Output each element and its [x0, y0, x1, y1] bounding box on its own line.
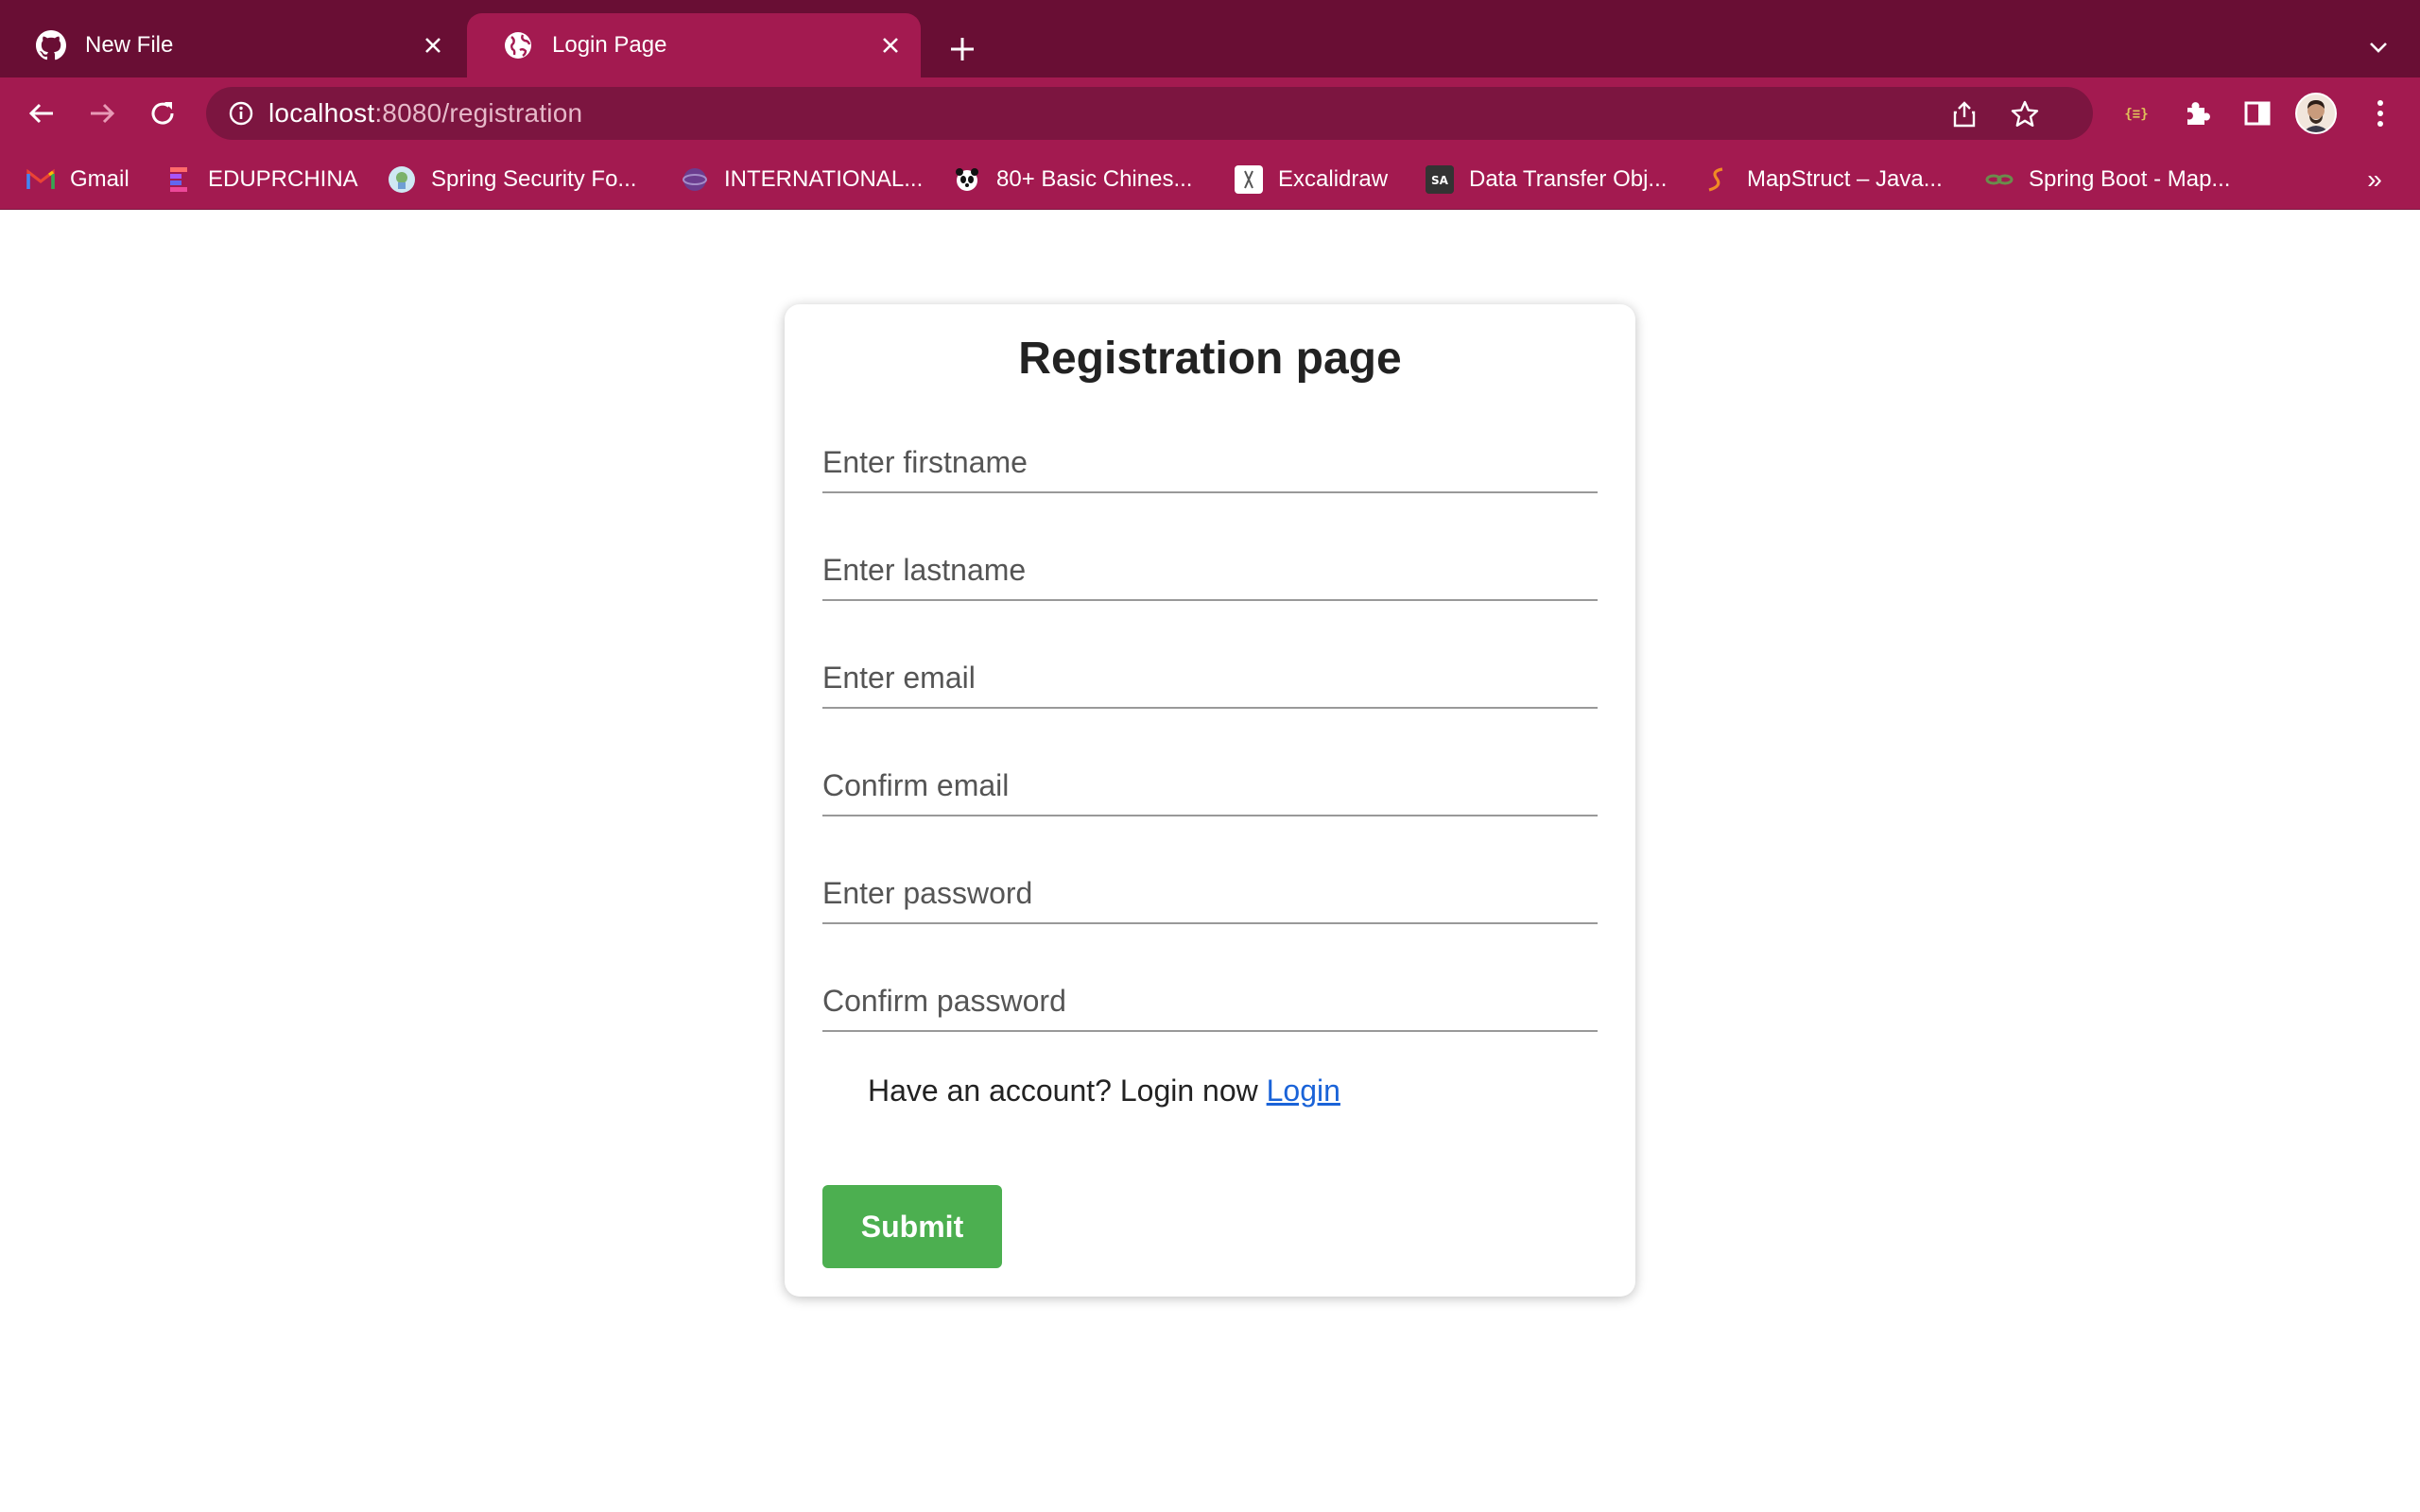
bookmarks-overflow-button[interactable]: »	[2358, 163, 2392, 197]
tab-new-file[interactable]: New File	[0, 13, 463, 77]
share-icon[interactable]	[1945, 95, 1983, 133]
bookmark-spring-boot[interactable]: Spring Boot - Map...	[1985, 163, 2230, 197]
svg-text:SA: SA	[1431, 174, 1449, 187]
bookmark-data-transfer[interactable]: SA Data Transfer Obj...	[1426, 163, 1667, 197]
bookmark-eduprchina[interactable]: EDUPRCHINA	[164, 163, 358, 197]
url-host: localhost	[268, 98, 375, 128]
bookmark-mapstruct[interactable]: MapStruct – Java...	[1703, 163, 1943, 197]
tab-title: Login Page	[552, 32, 667, 58]
tab-search-button[interactable]	[2358, 26, 2399, 68]
email-input[interactable]	[822, 648, 1598, 709]
svg-text:{≡}: {≡}	[2124, 107, 2148, 122]
side-panel-icon[interactable]	[2235, 91, 2280, 136]
bookmark-excalidraw[interactable]: Excalidraw	[1235, 163, 1388, 197]
tab-strip: New File Login Page	[0, 0, 2420, 77]
puzzle-icon[interactable]	[2174, 91, 2220, 136]
page-title: Registration page	[1018, 334, 1402, 384]
bookmark-basic-chinese[interactable]: 80+ Basic Chines...	[953, 163, 1192, 197]
tab-login-page[interactable]: Login Page	[467, 13, 921, 77]
confirm-password-input[interactable]	[822, 971, 1598, 1032]
bookmark-gmail[interactable]: Gmail	[26, 163, 130, 197]
bookmark-international[interactable]: INTERNATIONAL...	[681, 163, 923, 197]
eduprchina-icon	[164, 165, 193, 194]
bookmark-label: Spring Security Fo...	[431, 166, 637, 192]
password-input[interactable]	[822, 864, 1598, 924]
bookmark-label: Data Transfer Obj...	[1469, 166, 1668, 192]
lastname-input[interactable]	[822, 541, 1598, 601]
mapstruct-icon	[1703, 165, 1732, 194]
avatar[interactable]	[2295, 93, 2337, 134]
panda-icon	[953, 165, 981, 194]
bookmark-spring-security[interactable]: Spring Security Fo...	[388, 163, 636, 197]
json-extension-icon[interactable]: {≡}	[2114, 91, 2159, 136]
confirm-email-input[interactable]	[822, 756, 1598, 816]
star-icon[interactable]	[2006, 95, 2044, 133]
forward-button[interactable]	[79, 91, 125, 136]
reload-icon	[151, 102, 174, 125]
address-bar[interactable]: localhost:8080/registration	[206, 87, 2093, 140]
spring-security-icon	[388, 165, 416, 194]
bookmark-label: 80+ Basic Chines...	[996, 166, 1193, 192]
excalidraw-icon	[1235, 165, 1263, 194]
chevron-down-icon	[2370, 43, 2387, 53]
plus-icon	[951, 38, 974, 60]
arrow-left-icon	[28, 103, 53, 124]
arrow-right-icon	[91, 103, 115, 124]
bookmarks-bar: Gmail EDUPRCHINA Spring Security Fo... I…	[0, 149, 2420, 210]
bookmark-label: INTERNATIONAL...	[724, 166, 924, 192]
submit-button[interactable]: Submit	[822, 1185, 1002, 1268]
bookmark-label: MapStruct – Java...	[1747, 166, 1943, 192]
url-text: localhost:8080/registration	[268, 98, 582, 129]
bookmark-label: Spring Boot - Map...	[2029, 166, 2231, 192]
url-path: :8080/registration	[374, 98, 583, 128]
bookmark-label: EDUPRCHINA	[208, 166, 358, 192]
login-prompt: Have an account? Login now Login	[868, 1074, 1340, 1108]
registration-card: Registration page Have an account? Login…	[785, 304, 1635, 1297]
browser-toolbar: localhost:8080/registration {≡}	[0, 77, 2420, 149]
sa-icon: SA	[1426, 165, 1454, 194]
login-prompt-text: Have an account? Login now	[868, 1074, 1267, 1108]
github-icon	[36, 30, 66, 60]
kebab-menu-icon[interactable]	[2358, 91, 2403, 136]
close-icon[interactable]	[416, 28, 450, 62]
bookmark-label: Excalidraw	[1278, 166, 1389, 192]
info-icon[interactable]	[227, 99, 255, 128]
back-button[interactable]	[19, 91, 64, 136]
close-icon[interactable]	[873, 28, 908, 62]
springboot-icon	[1985, 165, 2014, 194]
new-tab-button[interactable]	[940, 26, 985, 72]
globe-icon	[503, 30, 533, 60]
gmail-icon	[26, 165, 55, 194]
international-icon	[681, 165, 709, 194]
bookmark-label: Gmail	[70, 166, 130, 192]
firstname-input[interactable]	[822, 433, 1598, 493]
login-link[interactable]: Login	[1267, 1074, 1340, 1108]
reload-button[interactable]	[140, 91, 185, 136]
tab-title: New File	[85, 32, 174, 58]
